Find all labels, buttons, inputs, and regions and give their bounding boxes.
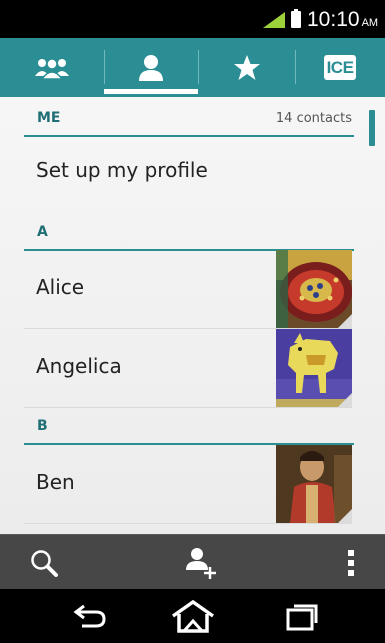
section-letter: B: [37, 418, 48, 434]
clock-time: 10:10: [307, 8, 360, 31]
overflow-menu-button[interactable]: [336, 535, 366, 590]
battery-icon: [291, 9, 301, 28]
contact-photo[interactable]: [276, 250, 352, 328]
groups-icon: [35, 57, 69, 80]
section-header-b: B: [24, 408, 354, 445]
contact-name: Angelica: [36, 354, 122, 378]
recent-apps-button[interactable]: [272, 589, 332, 643]
tab-bar: ICE: [0, 38, 385, 97]
search-icon: [31, 549, 58, 577]
contact-row-ben[interactable]: Ben: [24, 445, 352, 524]
tab-favorites[interactable]: [198, 38, 295, 97]
scrollbar[interactable]: [369, 110, 375, 146]
clock-ampm: AM: [361, 17, 379, 29]
tab-ice[interactable]: ICE: [295, 38, 385, 97]
search-button[interactable]: [14, 535, 74, 590]
section-letter: A: [37, 224, 48, 240]
contact-name: Ben: [36, 470, 75, 494]
contact-list[interactable]: ME 14 contacts Set up my profile A Alice: [0, 97, 385, 534]
back-icon: [73, 604, 106, 628]
photo-corner: [338, 509, 352, 523]
home-icon: [171, 599, 215, 633]
photo-corner: [338, 393, 352, 407]
setup-profile-item[interactable]: Set up my profile: [36, 158, 208, 182]
contacts-screen: 10:10 AM ICE ME 14 contacts Set up my pr…: [0, 0, 385, 643]
section-letter: ME: [37, 110, 61, 126]
contact-photo[interactable]: [276, 329, 352, 407]
contact-count: 14 contacts: [275, 111, 352, 126]
add-contact-icon: [186, 547, 216, 579]
section-header-a: A: [24, 214, 354, 251]
star-icon: [233, 55, 260, 80]
person-icon: [139, 54, 163, 81]
action-bar: [0, 534, 385, 590]
contact-photo[interactable]: [276, 445, 352, 523]
tab-groups[interactable]: [0, 38, 104, 97]
ice-label: ICE: [323, 55, 357, 80]
add-contact-button[interactable]: [170, 535, 230, 590]
photo-corner: [338, 314, 352, 328]
recent-apps-icon: [286, 604, 318, 631]
contact-name: Alice: [36, 275, 85, 299]
contact-row-angelica[interactable]: Angelica: [24, 329, 352, 408]
back-button[interactable]: [60, 589, 120, 643]
section-header-me: ME 14 contacts: [24, 100, 354, 137]
signal-icon: [263, 12, 285, 28]
contact-row-alice[interactable]: Alice: [24, 250, 352, 329]
selected-tab-indicator: [104, 89, 198, 94]
status-bar: 10:10 AM: [0, 0, 385, 38]
overflow-menu-icon: [348, 549, 354, 576]
navigation-bar: [0, 589, 385, 643]
home-button[interactable]: [163, 589, 223, 643]
clock: 10:10 AM: [307, 8, 378, 35]
